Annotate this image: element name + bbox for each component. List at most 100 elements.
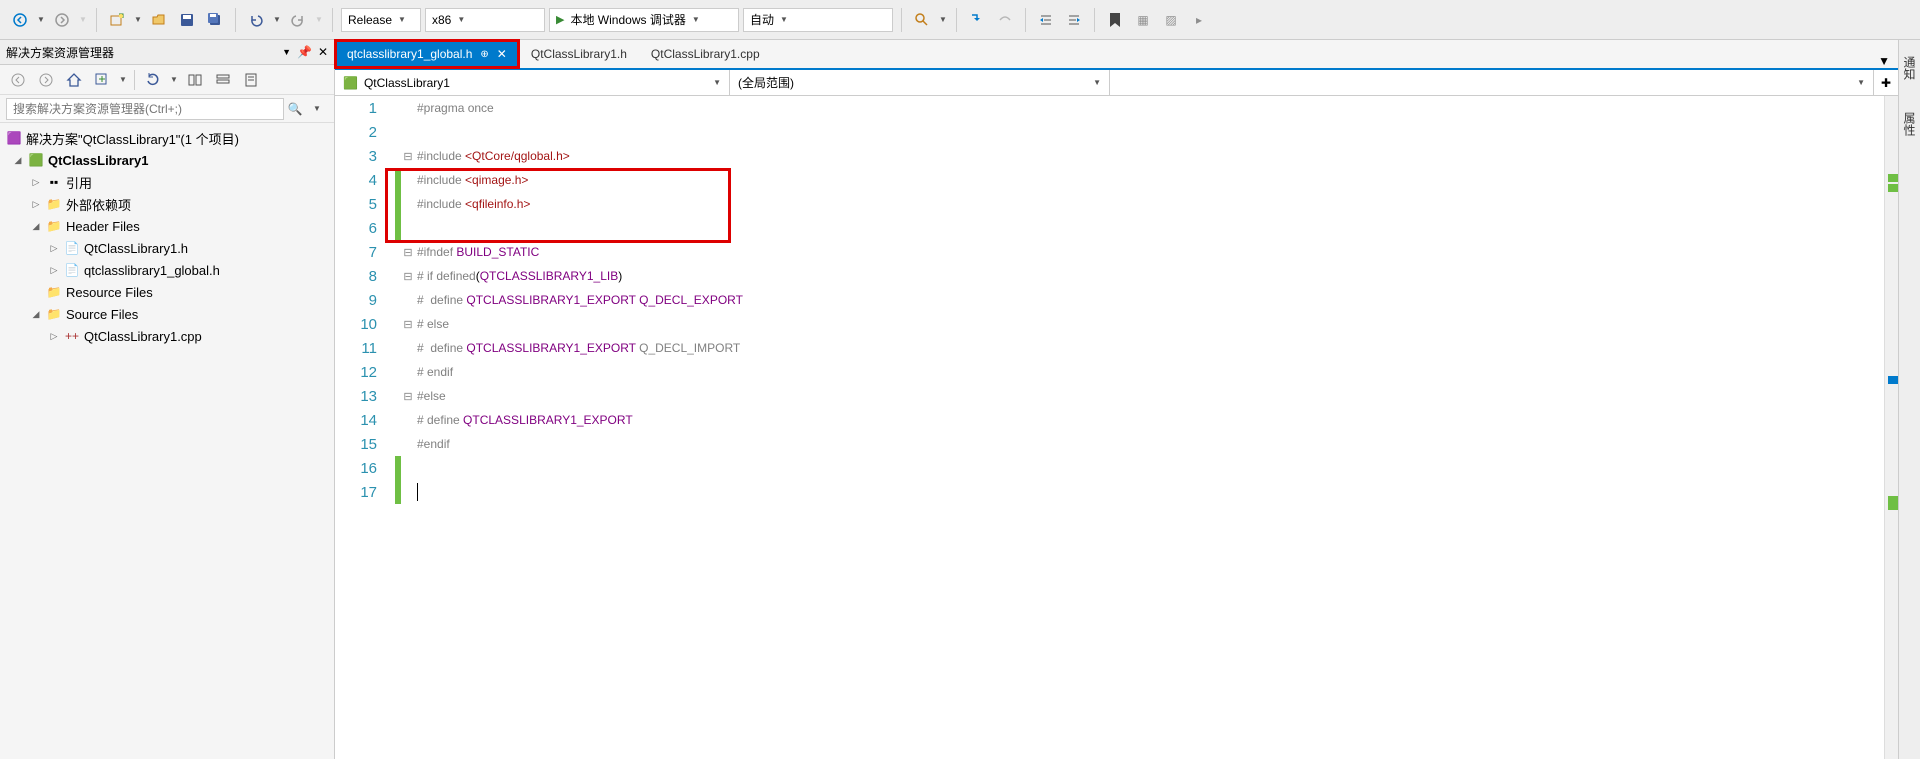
header-file-icon: 📄 [64, 263, 80, 277]
close-icon[interactable]: ✕ [318, 45, 328, 59]
step-into-icon[interactable] [965, 8, 989, 32]
collapse-icon[interactable]: ◢ [30, 309, 42, 320]
pin-icon[interactable]: 📌 [297, 45, 312, 59]
nav-forward-dropdown-icon[interactable]: ▼ [78, 8, 88, 32]
close-icon[interactable]: ✕ [497, 47, 507, 61]
fold-icon[interactable]: ⊟ [401, 390, 415, 403]
refresh-dropdown-icon[interactable]: ▼ [169, 68, 179, 92]
expand-icon[interactable]: ▷ [30, 177, 42, 188]
project-icon: 🟩 [28, 153, 44, 167]
fold-icon[interactable]: ⊟ [401, 270, 415, 283]
editor-tabs: qtclasslibrary1_global.h ⊕ ✕ QtClassLibr… [335, 40, 1898, 70]
home-icon[interactable] [62, 68, 86, 92]
sync-view-icon[interactable] [90, 68, 114, 92]
resources-node[interactable]: 📁 Resource Files [0, 281, 334, 303]
file-node[interactable]: ▷ 📄 qtclasslibrary1_global.h [0, 259, 334, 281]
uncomment-icon[interactable]: ▨ [1159, 8, 1183, 32]
home-back-icon[interactable] [6, 68, 30, 92]
bookmark-next-icon[interactable]: ▸ [1187, 8, 1211, 32]
bookmark-icon[interactable] [1103, 8, 1127, 32]
headers-node[interactable]: ◢ 📁 Header Files [0, 215, 334, 237]
home-fwd-icon[interactable] [34, 68, 58, 92]
undo-icon[interactable] [244, 8, 268, 32]
tab-global-h[interactable]: qtclasslibrary1_global.h ⊕ ✕ [335, 40, 519, 68]
step-over-icon[interactable] [993, 8, 1017, 32]
tab-classlib-h[interactable]: QtClassLibrary1.h [519, 40, 639, 68]
notifications-tab[interactable]: 通知 [1899, 50, 1920, 86]
collapse-icon[interactable]: ◢ [12, 155, 24, 166]
properties-tab[interactable]: 属性 [1899, 106, 1920, 142]
nav-bar: 🟩 QtClassLibrary1 ▼ (全局范围) ▼ ▼ ✚ [335, 70, 1898, 96]
nav-back-dropdown-icon[interactable]: ▼ [36, 8, 46, 32]
main-toolbar: ▼ ▼ ▼ ▼ ▼ Release▼ x86▼ ▶本地 Windows 调试器▼… [0, 0, 1920, 40]
external-node[interactable]: ▷ 📁 外部依赖项 [0, 193, 334, 215]
code-editor[interactable]: 1#pragma once 2 3⊟#include <QtCore/qglob… [335, 96, 1898, 759]
file-node[interactable]: ▷ 📄 QtClassLibrary1.h [0, 237, 334, 259]
find-dropdown-icon[interactable]: ▼ [938, 8, 948, 32]
file-node[interactable]: ▷ ++ QtClassLibrary1.cpp [0, 325, 334, 347]
config-combo[interactable]: Release▼ [341, 8, 421, 32]
refresh-icon[interactable] [141, 68, 165, 92]
properties-icon[interactable] [239, 68, 263, 92]
collapse-all-icon[interactable] [211, 68, 235, 92]
comment-icon[interactable]: ▦ [1131, 8, 1155, 32]
debug-button[interactable]: ▶本地 Windows 调试器▼ [549, 8, 739, 32]
references-icon: ▪▪ [46, 175, 62, 189]
new-dropdown-icon[interactable]: ▼ [133, 8, 143, 32]
redo-dropdown-icon[interactable]: ▼ [314, 8, 324, 32]
solution-icon: 🟪 [6, 131, 22, 145]
fold-icon[interactable]: ⊟ [401, 150, 415, 163]
fold-icon[interactable]: ⊟ [401, 318, 415, 331]
save-icon[interactable] [175, 8, 199, 32]
expand-icon[interactable]: ▷ [48, 331, 60, 342]
expand-icon[interactable]: ▷ [48, 243, 60, 254]
solution-explorer: 解决方案资源管理器 ▼ 📌 ✕ ▼ ▼ 🔍 ▼ [0, 40, 335, 759]
explorer-dropdown-icon[interactable]: ▼ [282, 47, 291, 57]
expand-icon[interactable]: ▷ [48, 265, 60, 276]
tab-classlib-cpp[interactable]: QtClassLibrary1.cpp [639, 40, 772, 68]
indent-more-icon[interactable] [1062, 8, 1086, 32]
solution-tree: 🟪 解决方案"QtClassLibrary1"(1 个项目) ◢ 🟩 QtCla… [0, 123, 334, 759]
collapse-icon[interactable]: ◢ [30, 221, 42, 232]
new-project-icon[interactable] [105, 8, 129, 32]
sync-dropdown-icon[interactable]: ▼ [118, 68, 128, 92]
right-tool-tabs: 通知 属性 [1898, 40, 1920, 759]
nav-scope2-combo[interactable]: (全局范围) ▼ [730, 70, 1110, 95]
folder-icon: 📁 [46, 197, 62, 211]
search-input[interactable] [6, 98, 284, 120]
split-view-icon[interactable]: ✚ [1874, 76, 1898, 90]
undo-dropdown-icon[interactable]: ▼ [272, 8, 282, 32]
open-file-icon[interactable] [147, 8, 171, 32]
fold-icon[interactable]: ⊟ [401, 246, 415, 259]
project-node[interactable]: ◢ 🟩 QtClassLibrary1 [0, 149, 334, 171]
search-dropdown-icon[interactable]: ▼ [306, 104, 328, 113]
save-all-icon[interactable] [203, 8, 227, 32]
solution-node[interactable]: 🟪 解决方案"QtClassLibrary1"(1 个项目) [0, 127, 334, 149]
folder-icon: 📁 [46, 285, 62, 299]
explorer-toolbar: ▼ ▼ [0, 65, 334, 95]
explorer-header: 解决方案资源管理器 ▼ 📌 ✕ [0, 40, 334, 65]
nav-member-combo[interactable]: ▼ [1110, 70, 1874, 95]
indent-less-icon[interactable] [1034, 8, 1058, 32]
tabs-dropdown-icon[interactable]: ▼ [1870, 54, 1898, 68]
folder-icon: 📁 [46, 219, 62, 233]
platform-combo[interactable]: x86▼ [425, 8, 545, 32]
editor-area: qtclasslibrary1_global.h ⊕ ✕ QtClassLibr… [335, 40, 1898, 759]
expand-icon[interactable]: ▷ [30, 199, 42, 210]
nav-forward-icon[interactable] [50, 8, 74, 32]
find-icon[interactable] [910, 8, 934, 32]
search-icon[interactable]: 🔍 [284, 102, 306, 116]
nav-back-icon[interactable] [8, 8, 32, 32]
cpp-file-icon: ++ [64, 329, 80, 343]
references-node[interactable]: ▷ ▪▪ 引用 [0, 171, 334, 193]
pin-icon[interactable]: ⊕ [480, 49, 488, 60]
header-file-icon: 📄 [64, 241, 80, 255]
show-all-icon[interactable] [183, 68, 207, 92]
auto-combo[interactable]: 自动▼ [743, 8, 893, 32]
explorer-title: 解决方案资源管理器 [6, 44, 114, 61]
scrollbar-overview[interactable] [1884, 96, 1898, 759]
folder-icon: 📁 [46, 307, 62, 321]
sources-node[interactable]: ◢ 📁 Source Files [0, 303, 334, 325]
nav-scope-combo[interactable]: 🟩 QtClassLibrary1 ▼ [335, 70, 730, 95]
redo-icon[interactable] [286, 8, 310, 32]
